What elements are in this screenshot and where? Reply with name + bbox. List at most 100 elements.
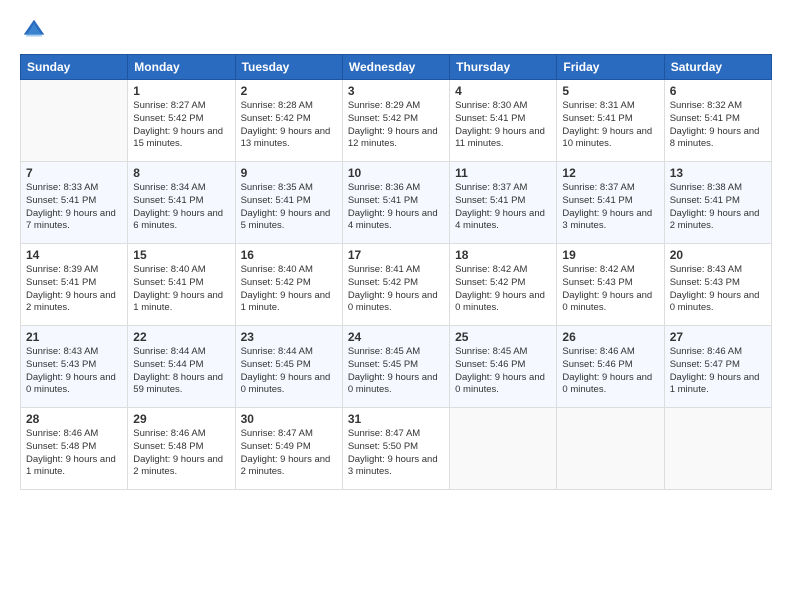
day-number: 21	[26, 330, 122, 344]
day-number: 6	[670, 84, 766, 98]
day-number: 8	[133, 166, 229, 180]
calendar-cell	[21, 80, 128, 162]
day-number: 31	[348, 412, 444, 426]
day-info: Sunrise: 8:40 AM Sunset: 5:42 PM Dayligh…	[241, 264, 337, 315]
day-number: 12	[562, 166, 658, 180]
calendar-cell: 18 Sunrise: 8:42 AM Sunset: 5:42 PM Dayli…	[450, 244, 557, 326]
day-number: 25	[455, 330, 551, 344]
day-info: Sunrise: 8:36 AM Sunset: 5:41 PM Dayligh…	[348, 182, 444, 233]
calendar-cell: 6 Sunrise: 8:32 AM Sunset: 5:41 PM Daylig…	[664, 80, 771, 162]
weekday-header: Saturday	[664, 55, 771, 80]
calendar-cell: 25Sunrise: 8:45 AM Sunset: 5:46 PM Dayli…	[450, 326, 557, 408]
weekday-header: Sunday	[21, 55, 128, 80]
calendar: SundayMondayTuesdayWednesdayThursdayFrid…	[20, 54, 772, 490]
calendar-week-row: 1 Sunrise: 8:27 AM Sunset: 5:42 PM Daylig…	[21, 80, 772, 162]
header	[20, 16, 772, 44]
calendar-cell: 17 Sunrise: 8:41 AM Sunset: 5:42 PM Dayli…	[342, 244, 449, 326]
day-info: Sunrise: 8:44 AM Sunset: 5:44 PM Dayligh…	[133, 346, 229, 397]
logo	[20, 16, 52, 44]
day-number: 18	[455, 248, 551, 262]
day-info: Sunrise: 8:39 AM Sunset: 5:41 PM Dayligh…	[26, 264, 122, 315]
calendar-cell: 27 Sunrise: 8:46 AM Sunset: 5:47 PM Dayli…	[664, 326, 771, 408]
day-info: Sunrise: 8:38 AM Sunset: 5:41 PM Dayligh…	[670, 182, 766, 233]
day-info: Sunrise: 8:46 AM Sunset: 5:47 PM Dayligh…	[670, 346, 766, 397]
day-number: 28	[26, 412, 122, 426]
day-number: 24	[348, 330, 444, 344]
calendar-cell: 1 Sunrise: 8:27 AM Sunset: 5:42 PM Daylig…	[128, 80, 235, 162]
calendar-cell: 8 Sunrise: 8:34 AM Sunset: 5:41 PM Daylig…	[128, 162, 235, 244]
calendar-cell: 5 Sunrise: 8:31 AM Sunset: 5:41 PM Daylig…	[557, 80, 664, 162]
calendar-cell: 24Sunrise: 8:45 AM Sunset: 5:45 PM Dayli…	[342, 326, 449, 408]
day-info: Sunrise: 8:43 AM Sunset: 5:43 PM Dayligh…	[26, 346, 122, 397]
calendar-cell: 2Sunrise: 8:28 AM Sunset: 5:42 PM Daylig…	[235, 80, 342, 162]
calendar-cell: 23 Sunrise: 8:44 AM Sunset: 5:45 PM Dayli…	[235, 326, 342, 408]
calendar-cell: 11Sunrise: 8:37 AM Sunset: 5:41 PM Dayli…	[450, 162, 557, 244]
day-number: 17	[348, 248, 444, 262]
day-info: Sunrise: 8:30 AM Sunset: 5:41 PM Dayligh…	[455, 100, 551, 151]
day-number: 3	[348, 84, 444, 98]
day-info: Sunrise: 8:27 AM Sunset: 5:42 PM Dayligh…	[133, 100, 229, 151]
logo-icon	[20, 16, 48, 44]
calendar-cell	[557, 408, 664, 490]
day-number: 5	[562, 84, 658, 98]
day-info: Sunrise: 8:33 AM Sunset: 5:41 PM Dayligh…	[26, 182, 122, 233]
day-number: 4	[455, 84, 551, 98]
calendar-cell: 15Sunrise: 8:40 AM Sunset: 5:41 PM Dayli…	[128, 244, 235, 326]
calendar-week-row: 28 Sunrise: 8:46 AM Sunset: 5:48 PM Dayli…	[21, 408, 772, 490]
weekday-header-row: SundayMondayTuesdayWednesdayThursdayFrid…	[21, 55, 772, 80]
weekday-header: Friday	[557, 55, 664, 80]
calendar-cell: 9 Sunrise: 8:35 AM Sunset: 5:41 PM Daylig…	[235, 162, 342, 244]
day-number: 15	[133, 248, 229, 262]
day-info: Sunrise: 8:46 AM Sunset: 5:46 PM Dayligh…	[562, 346, 658, 397]
calendar-cell: 16 Sunrise: 8:40 AM Sunset: 5:42 PM Dayli…	[235, 244, 342, 326]
day-number: 20	[670, 248, 766, 262]
calendar-cell: 3 Sunrise: 8:29 AM Sunset: 5:42 PM Daylig…	[342, 80, 449, 162]
calendar-cell: 30 Sunrise: 8:47 AM Sunset: 5:49 PM Dayli…	[235, 408, 342, 490]
calendar-cell: 12 Sunrise: 8:37 AM Sunset: 5:41 PM Dayli…	[557, 162, 664, 244]
weekday-header: Tuesday	[235, 55, 342, 80]
day-number: 7	[26, 166, 122, 180]
day-info: Sunrise: 8:34 AM Sunset: 5:41 PM Dayligh…	[133, 182, 229, 233]
calendar-cell: 13 Sunrise: 8:38 AM Sunset: 5:41 PM Dayli…	[664, 162, 771, 244]
day-info: Sunrise: 8:35 AM Sunset: 5:41 PM Dayligh…	[241, 182, 337, 233]
day-info: Sunrise: 8:46 AM Sunset: 5:48 PM Dayligh…	[26, 428, 122, 479]
day-number: 23	[241, 330, 337, 344]
day-number: 16	[241, 248, 337, 262]
day-info: Sunrise: 8:43 AM Sunset: 5:43 PM Dayligh…	[670, 264, 766, 315]
calendar-cell: 31 Sunrise: 8:47 AM Sunset: 5:50 PM Dayli…	[342, 408, 449, 490]
calendar-cell: 29 Sunrise: 8:46 AM Sunset: 5:48 PM Dayli…	[128, 408, 235, 490]
calendar-week-row: 7 Sunrise: 8:33 AM Sunset: 5:41 PM Daylig…	[21, 162, 772, 244]
calendar-week-row: 14Sunrise: 8:39 AM Sunset: 5:41 PM Dayli…	[21, 244, 772, 326]
day-info: Sunrise: 8:37 AM Sunset: 5:41 PM Dayligh…	[455, 182, 551, 233]
day-number: 1	[133, 84, 229, 98]
calendar-cell: 20 Sunrise: 8:43 AM Sunset: 5:43 PM Dayli…	[664, 244, 771, 326]
day-info: Sunrise: 8:31 AM Sunset: 5:41 PM Dayligh…	[562, 100, 658, 151]
day-info: Sunrise: 8:46 AM Sunset: 5:48 PM Dayligh…	[133, 428, 229, 479]
day-info: Sunrise: 8:47 AM Sunset: 5:49 PM Dayligh…	[241, 428, 337, 479]
day-info: Sunrise: 8:47 AM Sunset: 5:50 PM Dayligh…	[348, 428, 444, 479]
calendar-cell: 26Sunrise: 8:46 AM Sunset: 5:46 PM Dayli…	[557, 326, 664, 408]
calendar-cell: 4 Sunrise: 8:30 AM Sunset: 5:41 PM Daylig…	[450, 80, 557, 162]
weekday-header: Monday	[128, 55, 235, 80]
day-number: 10	[348, 166, 444, 180]
calendar-cell: 22Sunrise: 8:44 AM Sunset: 5:44 PM Dayli…	[128, 326, 235, 408]
day-info: Sunrise: 8:41 AM Sunset: 5:42 PM Dayligh…	[348, 264, 444, 315]
calendar-week-row: 21 Sunrise: 8:43 AM Sunset: 5:43 PM Dayli…	[21, 326, 772, 408]
day-number: 30	[241, 412, 337, 426]
day-info: Sunrise: 8:28 AM Sunset: 5:42 PM Dayligh…	[241, 100, 337, 151]
day-info: Sunrise: 8:37 AM Sunset: 5:41 PM Dayligh…	[562, 182, 658, 233]
day-info: Sunrise: 8:29 AM Sunset: 5:42 PM Dayligh…	[348, 100, 444, 151]
calendar-cell: 14Sunrise: 8:39 AM Sunset: 5:41 PM Dayli…	[21, 244, 128, 326]
weekday-header: Wednesday	[342, 55, 449, 80]
day-number: 9	[241, 166, 337, 180]
calendar-cell	[450, 408, 557, 490]
day-info: Sunrise: 8:42 AM Sunset: 5:42 PM Dayligh…	[455, 264, 551, 315]
weekday-header: Thursday	[450, 55, 557, 80]
calendar-cell: 19Sunrise: 8:42 AM Sunset: 5:43 PM Dayli…	[557, 244, 664, 326]
day-info: Sunrise: 8:44 AM Sunset: 5:45 PM Dayligh…	[241, 346, 337, 397]
day-number: 29	[133, 412, 229, 426]
page: SundayMondayTuesdayWednesdayThursdayFrid…	[0, 0, 792, 612]
day-number: 27	[670, 330, 766, 344]
day-info: Sunrise: 8:32 AM Sunset: 5:41 PM Dayligh…	[670, 100, 766, 151]
day-number: 13	[670, 166, 766, 180]
